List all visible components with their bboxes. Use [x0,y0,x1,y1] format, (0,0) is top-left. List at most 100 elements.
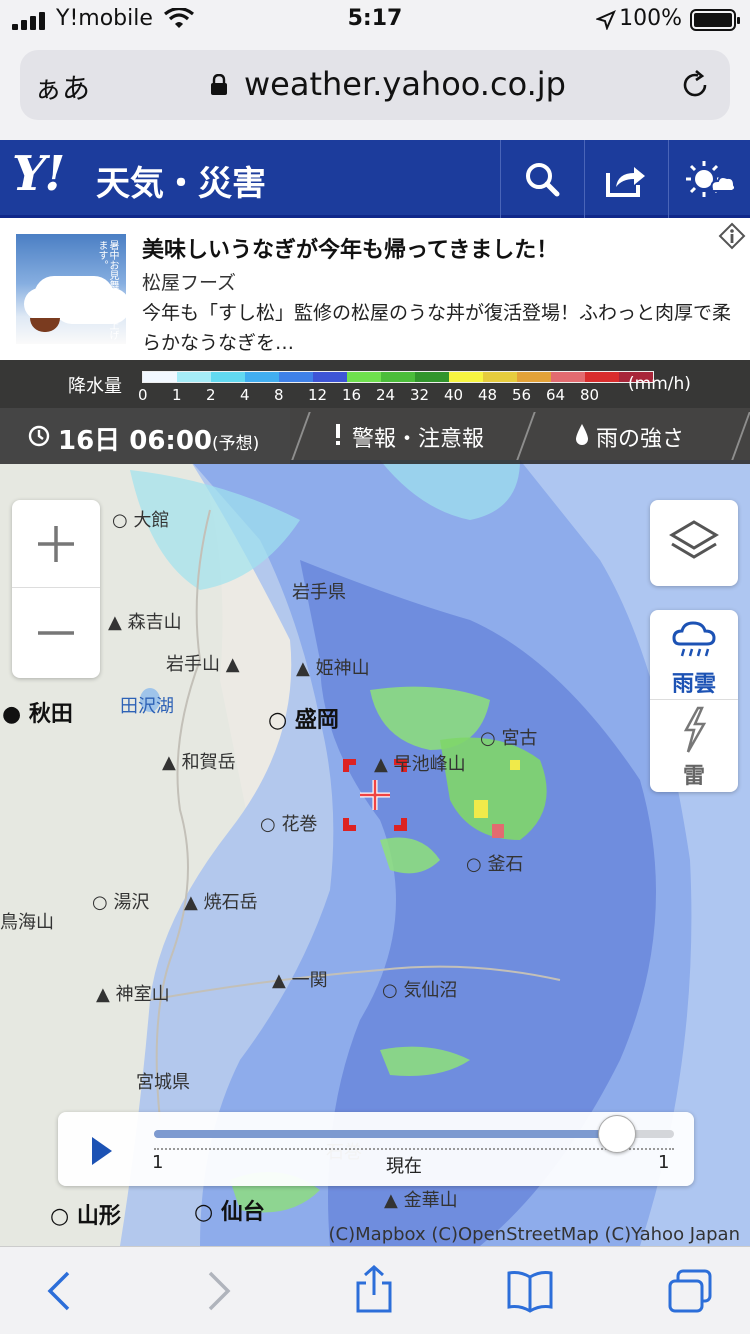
place-hayachine: ▲ 早池峰山 [374,754,466,775]
url-text[interactable]: weather.yahoo.co.jp [244,65,566,103]
ad-title[interactable]: 美味しいうなぎが今年も帰ってきました！ [142,232,558,264]
place-miyagi-pref: 宮城県 [136,1072,190,1093]
rain-radar-map[interactable]: 降水量 0 1 2 4 8 12 16 24 32 40 48 56 64 80 (mm/h) 16日 0… [0,360,750,1246]
forecast-time: 16日 06:00(予想) [58,420,259,457]
legend-swatch [143,372,177,382]
place-kinkasan: ▲ 金華山 [384,1190,458,1211]
timeline-start-label: 1 [152,1152,164,1173]
layers-button[interactable] [650,500,738,586]
rain-cloud-icon [672,621,716,657]
browser-toolbar [0,1246,750,1334]
place-waga: ▲ 和賀岳 [162,752,236,773]
legend-swatch [313,372,347,382]
forecast-clock: 06:00 [129,426,213,456]
mode-thunder-button[interactable]: 雷 [650,702,738,792]
legend-tick: 0 [138,386,148,404]
share-sheet-icon[interactable] [354,1265,394,1313]
legend-tick: 48 [478,386,498,404]
timeline-ticks [154,1148,674,1150]
bookmarks-icon[interactable] [506,1269,554,1313]
legend-swatch [211,372,245,382]
tab-warnings-label: 警報・注意報 [352,427,485,452]
lightning-icon [683,706,707,753]
precipitation-legend: 降水量 0 1 2 4 8 12 16 24 32 40 48 56 64 80 (mm/h) [0,360,750,408]
zoom-control [12,500,100,678]
place-yakeishi: ▲ 焼石岳 [184,892,258,913]
forward-icon[interactable] [204,1269,234,1313]
zoom-in-button[interactable] [12,500,100,588]
browser-address-area: ぁあ weather.yahoo.co.jp [0,40,750,140]
settings-button[interactable] [668,140,750,218]
timeline-end-label: 1 [658,1152,670,1173]
search-button[interactable] [500,140,582,218]
place-himekami: ▲ 姫神山 [296,658,370,679]
legend-unit: (mm/h) [628,374,691,394]
raindrop-icon [576,424,588,445]
minus-icon [38,631,74,635]
legend-swatch [279,372,313,382]
timeline-slider: 1 現在 1 [58,1112,694,1186]
address-bar[interactable]: ぁあ weather.yahoo.co.jp [20,50,730,120]
place-sendai: ○ 仙台 [194,1200,265,1225]
layers-icon [669,520,719,559]
legend-tick: 2 [206,386,216,404]
weather-settings-icon [685,161,736,197]
place-kesennuma: ○ 気仙沼 [382,980,458,1001]
place-ichinoseki: ▲ 一関 [272,970,328,991]
mode-rain-cloud-label: 雨雲 [671,672,716,697]
place-iwate-pref: 岩手県 [292,582,346,603]
clock-icon [28,425,50,447]
place-miyako: ○ 宮古 [480,728,538,749]
timeline-handle[interactable] [597,1115,636,1153]
legend-swatch [585,372,619,382]
legend-tick: 40 [444,386,464,404]
status-bar: Y!mobile 5:17 100% [0,0,750,40]
search-icon [525,163,559,197]
place-morioka: ○ 盛岡 [268,708,339,733]
share-button[interactable] [584,140,666,218]
text-size-button[interactable]: ぁあ [34,67,90,107]
site-title[interactable]: 天気・災害 [96,156,266,205]
ad-info-icon[interactable] [718,222,746,250]
reload-icon[interactable] [678,68,712,102]
place-kamuro: ▲ 神室山 [96,984,170,1005]
mode-thunder-label: 雷 [682,764,705,789]
legend-swatch [517,372,551,382]
battery-percent: 100% [619,6,682,31]
legend-tick: 24 [376,386,396,404]
mode-rain-cloud-button[interactable]: 雨雲 [650,610,738,700]
tab-time[interactable]: 16日 06:00(予想) [0,408,290,464]
play-icon[interactable] [90,1136,114,1166]
tab-warnings[interactable]: 警報・注意報 [320,408,510,464]
legend-swatch [347,372,381,382]
legend-swatch [245,372,279,382]
lock-icon [211,74,227,95]
location-arrow-icon [596,10,616,30]
place-akita: ● 秋田 [2,702,73,727]
timeline-progress [154,1130,617,1138]
timeline-track[interactable] [154,1130,674,1138]
ad-banner[interactable]: 暑中お見舞い申し上げます。 美味しいうなぎが今年も帰ってきました！ 松屋フーズ … [0,218,750,360]
legend-swatch [415,372,449,382]
zoom-out-button[interactable] [12,589,100,677]
back-icon[interactable] [44,1269,74,1313]
yahoo-logo[interactable]: Y! [12,146,65,202]
legend-swatch [177,372,211,382]
legend-tick: 12 [308,386,328,404]
site-header: Y! 天気・災害 [0,140,750,218]
ad-sponsor: 松屋フーズ [142,272,237,294]
legend-tick: 56 [512,386,532,404]
legend-tick: 8 [274,386,284,404]
place-moriyoshi: ▲ 森吉山 [108,612,182,633]
forecast-note: (予想) [212,434,260,454]
ad-thumbnail[interactable]: 暑中お見舞い申し上げます。 [16,234,126,344]
legend-swatch [381,372,415,382]
legend-tick: 4 [240,386,250,404]
tab-rain-strength[interactable]: 雨の強さ [540,408,730,464]
place-yuzawa: ○ 湯沢 [92,892,150,913]
map-credit: (C)Mapbox (C)OpenStreetMap (C)Yahoo Japa… [328,1224,740,1245]
tabs-icon[interactable] [666,1269,714,1313]
legend-color-scale [142,371,654,383]
legend-swatch [551,372,585,382]
timeline-now-label: 現在 [386,1156,422,1177]
